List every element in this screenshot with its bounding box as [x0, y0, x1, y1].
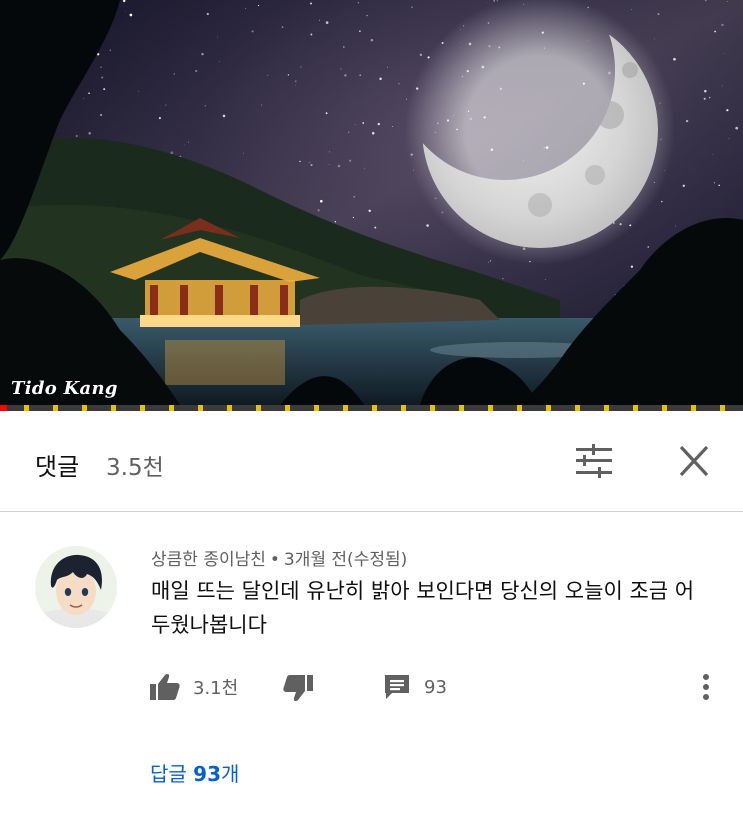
sort-sliders-icon [576, 444, 612, 478]
user-avatar-image [35, 546, 117, 628]
video-player[interactable]: Tido Kang [0, 0, 743, 405]
thumbs-down-icon [283, 675, 313, 702]
replies-link-suffix: 개 [221, 762, 240, 786]
comment-icon [385, 675, 409, 699]
comment-text: 매일 뜨는 달인데 유난히 밝아 보인다면 당신의 오늘이 조금 어두웠나봅니다 [151, 579, 695, 637]
reply-button[interactable]: 93 [382, 667, 447, 707]
sort-button[interactable] [572, 441, 616, 481]
video-frame [0, 0, 743, 405]
view-replies-link[interactable]: 답글 93개 [150, 758, 239, 787]
dislike-button[interactable] [282, 667, 314, 707]
replies-link-count: 93 [193, 762, 222, 786]
like-count: 3.1천 [193, 678, 239, 699]
like-button[interactable]: 3.1천 [149, 667, 238, 707]
comments-title: 댓글 [35, 453, 80, 481]
thumbs-up-icon [150, 673, 180, 700]
comment-author[interactable]: 상큼한 종이남친 [151, 550, 266, 570]
close-icon [679, 445, 709, 477]
comment-meta: 상큼한 종이남친 • 3개월 전(수정됨) [151, 545, 407, 570]
comments-count: 3.5천 [106, 455, 164, 481]
comment-item: 상큼한 종이남친 • 3개월 전(수정됨) 매일 뜨는 달인데 유난히 밝아 보인다… [0, 512, 743, 825]
more-vert-icon [703, 674, 709, 700]
replies-link-prefix: 답글 [150, 762, 187, 786]
reply-count: 93 [424, 676, 447, 698]
close-button[interactable] [672, 441, 716, 481]
avatar[interactable] [35, 546, 117, 628]
more-button[interactable] [692, 667, 720, 707]
video-watermark: Tido Kang [11, 378, 118, 399]
comment-time: 3개월 전(수정됨) [283, 550, 408, 570]
meta-separator: • [269, 550, 280, 570]
comment-actions: 3.1천 93 [0, 667, 743, 707]
comments-header: 댓글 3.5천 [0, 411, 743, 512]
